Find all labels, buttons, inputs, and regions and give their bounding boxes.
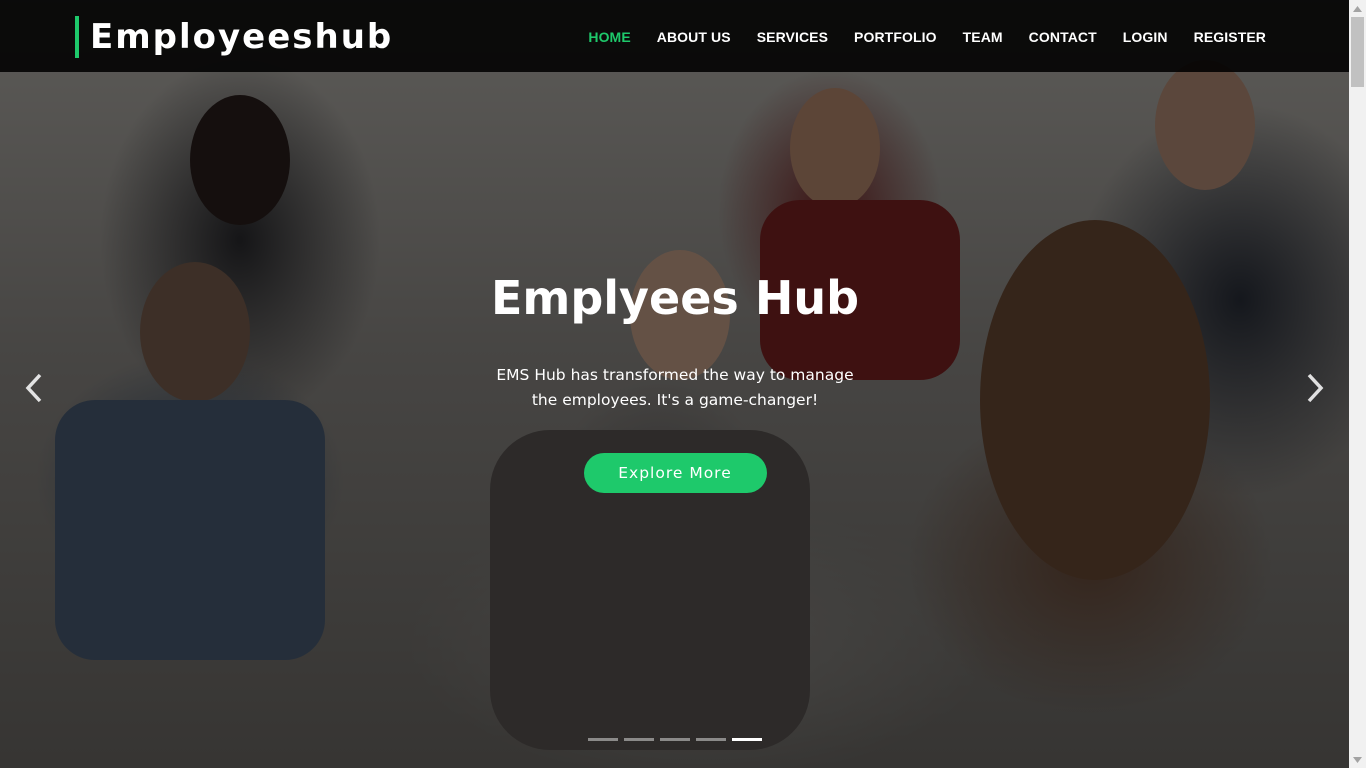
carousel-indicator-5[interactable] [732, 738, 762, 741]
chevron-right-icon [1305, 373, 1325, 407]
page-scrollbar[interactable] [1349, 0, 1366, 768]
hero-description: EMS Hub has transformed the way to manag… [496, 366, 854, 409]
scroll-down-arrow-icon[interactable] [1349, 751, 1366, 768]
navbar: Employeeshub HOME ABOUT US SERVICES PORT… [0, 0, 1349, 72]
carousel-indicator-4[interactable] [696, 738, 726, 741]
nav-item-portfolio[interactable]: PORTFOLIO [854, 29, 937, 45]
carousel-indicators [588, 738, 762, 741]
carousel-indicator-3[interactable] [660, 738, 690, 741]
nav-item-services[interactable]: SERVICES [757, 29, 828, 45]
nav-menu: HOME ABOUT US SERVICES PORTFOLIO TEAM CO… [562, 0, 1266, 72]
carousel-indicator-2[interactable] [624, 738, 654, 741]
nav-item-register[interactable]: REGISTER [1194, 29, 1266, 45]
explore-more-button[interactable]: Explore More [583, 453, 767, 493]
chevron-left-icon [24, 373, 44, 407]
carousel-indicator-1[interactable] [588, 738, 618, 741]
brand-name[interactable]: Employeeshub [90, 17, 393, 57]
scrollbar-thumb[interactable] [1351, 17, 1364, 87]
nav-item-about-us[interactable]: ABOUT US [657, 29, 731, 45]
nav-item-contact[interactable]: CONTACT [1029, 29, 1097, 45]
carousel-prev-button[interactable] [16, 372, 52, 408]
scroll-up-arrow-icon[interactable] [1349, 0, 1366, 17]
carousel-next-button[interactable] [1297, 372, 1333, 408]
carousel-caption: Emplyees Hub EMS Hub has transformed the… [475, 265, 875, 493]
nav-item-team[interactable]: TEAM [963, 29, 1003, 45]
nav-item-login[interactable]: LOGIN [1123, 29, 1168, 45]
hero-title: Emplyees Hub [491, 271, 859, 325]
brand-logo[interactable]: Employeeshub [75, 16, 393, 58]
nav-item-home[interactable]: HOME [588, 29, 630, 45]
